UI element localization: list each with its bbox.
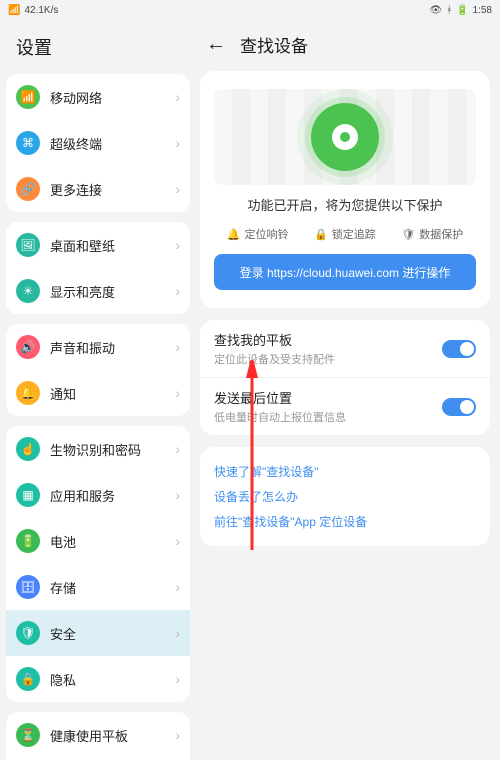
hero-card: 功能已开启，将为您提供以下保护 🔔定位响铃 🔒 锁定追踪 🛡 数据保护 登录 https…	[200, 71, 490, 308]
feature-label: 锁定追踪	[332, 226, 376, 242]
toggle-title: 发送最后位置	[214, 388, 442, 407]
hero-text: 功能已开启，将为您提供以下保护	[214, 195, 476, 214]
eye-icon: 👁	[429, 5, 442, 16]
sidebar-item-health[interactable]: ⏳ 健康使用平板›	[6, 712, 190, 758]
sidebar-item-label: 应用和服务	[50, 486, 175, 505]
feature-label: 定位响铃	[244, 226, 288, 242]
chevron-right-icon: ›	[175, 625, 180, 641]
toggle-row: 发送最后位置低电量时自动上报位置信息	[200, 377, 490, 435]
storage-icon: 🗄	[16, 575, 40, 599]
sidebar-item-label: 隐私	[50, 670, 175, 689]
toggle-switch[interactable]	[442, 340, 476, 358]
clock: 1:58	[473, 5, 492, 16]
image-icon: 🖼	[16, 233, 40, 257]
map-illustration	[214, 89, 476, 185]
lock-icon: 🔒	[314, 228, 328, 241]
help-link[interactable]: 快速了解"查找设备"	[214, 459, 476, 484]
sidebar-item-label: 存储	[50, 578, 175, 597]
net-speed: 42.1K/s	[24, 5, 58, 16]
chevron-right-icon: ›	[175, 181, 180, 197]
sidebar-item-label: 声音和振动	[50, 338, 175, 357]
sidebar-item-shield[interactable]: 🛡 安全›	[6, 610, 190, 656]
sidebar-item-apps[interactable]: ▦ 应用和服务›	[6, 472, 190, 518]
sidebar-item-label: 超级终端	[50, 134, 175, 153]
sun-icon: ☀	[16, 279, 40, 303]
sidebar-item-link[interactable]: 🔗 更多连接›	[6, 166, 190, 212]
page-title: 查找设备	[240, 32, 308, 57]
link-icon: 🔗	[16, 177, 40, 201]
sidebar-item-privacy[interactable]: 🔒 隐私›	[6, 656, 190, 702]
status-bar: 📶 42.1K/s 👁 ᚼ 🔋 1:58	[0, 0, 500, 20]
sidebar-item-battery[interactable]: 🔋 电池›	[6, 518, 190, 564]
help-link[interactable]: 前往"查找设备"App 定位设备	[214, 509, 476, 534]
detail-pane: ← 查找设备 功能已开启，将为您提供以下保护 🔔定位响铃 🔒 锁定追踪 🛡 数据保护 登…	[196, 20, 500, 760]
feature-label: 数据保护	[419, 226, 463, 242]
shield-icon: 🛡	[401, 228, 415, 241]
sidebar-item-sun[interactable]: ☀ 显示和亮度›	[6, 268, 190, 314]
chevron-right-icon: ›	[175, 385, 180, 401]
help-link[interactable]: 设备丢了怎么办	[214, 484, 476, 509]
login-button[interactable]: 登录 https://cloud.huawei.com 进行操作	[214, 254, 476, 290]
sidebar-item-sound[interactable]: 🔊 声音和振动›	[6, 324, 190, 370]
chevron-right-icon: ›	[175, 237, 180, 253]
sidebar-item-label: 生物识别和密码	[50, 440, 175, 459]
chevron-right-icon: ›	[175, 487, 180, 503]
toggle-subtitle: 定位此设备及受支持配件	[214, 351, 442, 367]
chevron-right-icon: ›	[175, 727, 180, 743]
chevron-right-icon: ›	[175, 671, 180, 687]
back-button[interactable]: ←	[206, 33, 226, 56]
chevron-right-icon: ›	[175, 283, 180, 299]
toggle-switch[interactable]	[442, 398, 476, 416]
sidebar-item-label: 显示和亮度	[50, 282, 175, 301]
location-pin-icon	[311, 103, 379, 171]
sidebar-item-label: 通知	[50, 384, 175, 403]
sidebar-item-label: 电池	[50, 532, 175, 551]
sidebar-item-label: 移动网络	[50, 88, 175, 107]
sidebar-item-bell[interactable]: 🔔 通知›	[6, 370, 190, 416]
sidebar-item-storage[interactable]: 🗄 存储›	[6, 564, 190, 610]
sidebar-item-label: 更多连接	[50, 180, 175, 199]
sidebar-item-device[interactable]: ⌘ 超级终端›	[6, 120, 190, 166]
sidebar-item-label: 桌面和壁纸	[50, 236, 175, 255]
apps-icon: ▦	[16, 483, 40, 507]
toggle-title: 查找我的平板	[214, 330, 442, 349]
finger-icon: ☝	[16, 437, 40, 461]
sound-icon: 🔊	[16, 335, 40, 359]
bt-icon: ᚼ	[446, 5, 452, 16]
toggle-subtitle: 低电量时自动上报位置信息	[214, 409, 442, 425]
bell-icon: 🔔	[227, 228, 241, 241]
chevron-right-icon: ›	[175, 441, 180, 457]
sidebar-item-label: 安全	[50, 624, 175, 643]
chevron-right-icon: ›	[175, 339, 180, 355]
sidebar-item-label: 健康使用平板	[50, 726, 175, 745]
sidebar-item-finger[interactable]: ☝ 生物识别和密码›	[6, 426, 190, 472]
sidebar-item-signal[interactable]: 📶 移动网络›	[6, 74, 190, 120]
chevron-right-icon: ›	[175, 135, 180, 151]
feature-shield: 🛡 数据保护	[401, 226, 463, 242]
settings-sidebar: 设置 📶移动网络›⌘超级终端›🔗更多连接›🖼桌面和壁纸›☀显示和亮度›🔊声音和振…	[0, 20, 196, 760]
help-links-card: 快速了解"查找设备"设备丢了怎么办前往"查找设备"App 定位设备	[200, 447, 490, 546]
shield-icon: 🛡	[16, 621, 40, 645]
chevron-right-icon: ›	[175, 533, 180, 549]
device-icon: ⌘	[16, 131, 40, 155]
toggles-section: 查找我的平板定位此设备及受支持配件发送最后位置低电量时自动上报位置信息	[200, 320, 490, 435]
chevron-right-icon: ›	[175, 89, 180, 105]
chevron-right-icon: ›	[175, 579, 180, 595]
wifi-icon: 📶	[8, 5, 20, 16]
bell-icon: 🔔	[16, 381, 40, 405]
sidebar-title: 设置	[6, 26, 190, 74]
feature-lock: 🔒 锁定追踪	[314, 226, 376, 242]
battery-icon: 🔋	[16, 529, 40, 553]
signal-icon: 📶	[16, 85, 40, 109]
health-icon: ⏳	[16, 723, 40, 747]
battery-icon: 🔋	[456, 5, 468, 16]
sidebar-item-image[interactable]: 🖼 桌面和壁纸›	[6, 222, 190, 268]
privacy-icon: 🔒	[16, 667, 40, 691]
toggle-row: 查找我的平板定位此设备及受支持配件	[200, 320, 490, 377]
feature-bell: 🔔定位响铃	[227, 226, 289, 242]
